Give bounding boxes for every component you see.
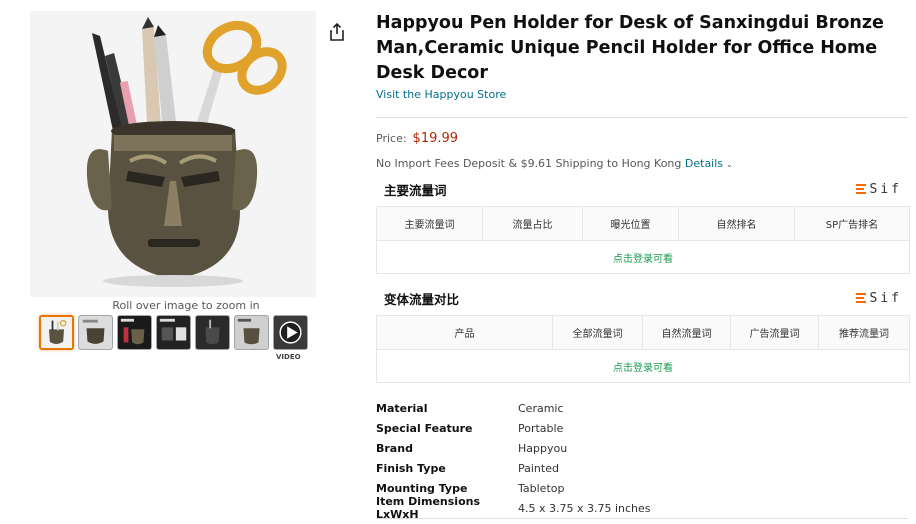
- share-button[interactable]: [325, 20, 349, 44]
- sif-brand-text: Sif: [869, 290, 902, 306]
- spec-value: Happyou: [518, 441, 568, 455]
- column-header: 推荐流量词: [839, 329, 889, 340]
- spec-value: Ceramic: [518, 401, 564, 415]
- column-header: 流量占比: [483, 207, 583, 240]
- store-link[interactable]: Visit the Happyou Store: [376, 88, 506, 101]
- spec-row: Material Ceramic: [376, 398, 651, 418]
- spec-key: Finish Type: [376, 461, 446, 475]
- thumbnail-3[interactable]: [117, 315, 152, 350]
- spec-value: 4.5 x 3.75 x 3.75 inches: [518, 501, 651, 515]
- login-prompt[interactable]: 点击登录可看: [377, 241, 909, 273]
- share-icon: [330, 23, 344, 41]
- spec-key: Material: [376, 401, 428, 415]
- spec-row: Item Dimensions LxWxH 4.5 x 3.75 x 3.75 …: [376, 495, 651, 521]
- play-icon: [274, 316, 307, 349]
- variants-table: 产品 全部流量词 自然流量词 广告流量词 推荐流量词 点击登录可看: [376, 315, 910, 383]
- spec-key: Brand: [376, 441, 413, 455]
- spec-row: Finish Type Painted: [376, 458, 651, 478]
- price-label: Price:: [376, 132, 407, 145]
- price-row: Price: $19.99: [376, 131, 458, 146]
- column-header: 全部流量词: [553, 316, 643, 349]
- variants-panel: 变体流量对比 Sif 产品 全部流量词 自然流量词 广告流量词 推荐流量词 点击…: [376, 281, 910, 383]
- main-product-image[interactable]: [30, 11, 316, 297]
- keywords-table: 主要流量词 流量占比 曝光位置 自然排名 SP广告排名 点击登录可看: [376, 206, 910, 274]
- thumbnail-4[interactable]: [156, 315, 191, 350]
- column-header: 广告流量词: [731, 316, 819, 349]
- login-prompt[interactable]: 点击登录可看: [377, 350, 909, 382]
- panel-title: 主要流量词: [384, 182, 447, 198]
- sif-logo[interactable]: Sif: [855, 290, 902, 306]
- spec-value: Painted: [518, 461, 559, 475]
- price-value: $19.99: [412, 131, 459, 146]
- thumbnail-1[interactable]: [39, 315, 74, 350]
- sif-logo-icon: [855, 293, 866, 303]
- chevron-down-icon[interactable]: ⌄: [726, 160, 733, 169]
- column-header: 主要流量词: [377, 207, 483, 240]
- sif-brand-text: Sif: [869, 181, 902, 197]
- divider: [376, 117, 908, 118]
- keywords-panel: 主要流量词 Sif 主要流量词 流量占比 曝光位置 自然排名 SP广告排名 点击…: [376, 172, 910, 274]
- spec-value: Portable: [518, 421, 564, 435]
- table-header-row: 产品 全部流量词 自然流量词 广告流量词 推荐流量词: [377, 316, 909, 350]
- video-label: VIDEO: [276, 353, 301, 361]
- spec-value: Tabletop: [518, 481, 565, 495]
- column-header: 自然排名: [679, 207, 795, 240]
- column-header: SP广告排名: [825, 220, 879, 231]
- shipping-text: No Import Fees Deposit & $9.61 Shipping …: [376, 157, 682, 170]
- thumbnail-video[interactable]: [273, 315, 308, 350]
- panel-header: 主要流量词 Sif: [376, 172, 910, 206]
- sif-logo[interactable]: Sif: [855, 181, 902, 197]
- spec-row: Special Feature Portable: [376, 418, 651, 438]
- column-header: 产品: [377, 316, 553, 349]
- spec-key: Special Feature: [376, 421, 473, 435]
- divider: [376, 518, 908, 519]
- bronze-head-pen-holder-image: [30, 11, 316, 297]
- spec-row: Brand Happyou: [376, 438, 651, 458]
- thumbnail-2[interactable]: [78, 315, 113, 350]
- thumbnail-5[interactable]: [195, 315, 230, 350]
- zoom-hint: Roll over image to zoom in: [112, 299, 260, 312]
- panel-title: 变体流量对比: [384, 291, 460, 307]
- thumbnail-strip: [39, 315, 308, 350]
- table-header-row: 主要流量词 流量占比 曝光位置 自然排名 SP广告排名: [377, 207, 909, 241]
- shipping-info: No Import Fees Deposit & $9.61 Shipping …: [376, 157, 733, 170]
- sif-logo-icon: [855, 184, 866, 194]
- product-specs: Material Ceramic Special Feature Portabl…: [376, 398, 651, 522]
- panel-header: 变体流量对比 Sif: [376, 281, 910, 315]
- column-header: 曝光位置: [583, 207, 679, 240]
- product-title: Happyou Pen Holder for Desk of Sanxingdu…: [376, 13, 884, 83]
- details-link[interactable]: Details: [685, 157, 723, 170]
- spec-key: Mounting Type: [376, 481, 468, 495]
- thumbnail-6[interactable]: [234, 315, 269, 350]
- column-header: 自然流量词: [643, 316, 731, 349]
